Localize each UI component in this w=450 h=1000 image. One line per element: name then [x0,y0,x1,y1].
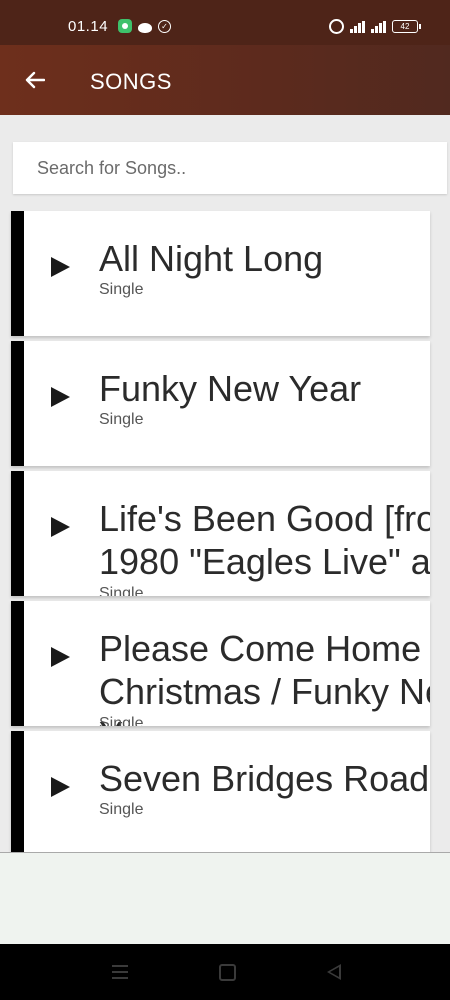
play-icon[interactable] [51,647,70,667]
bottom-panel [0,852,450,945]
notification-icons: ✓ [118,19,171,33]
song-subtitle: Single [99,281,144,298]
song-accent-bar [11,341,24,466]
back-button[interactable] [18,65,52,95]
song-accent-bar [11,471,24,596]
toolbar: SONGS [0,45,450,115]
song-accent-bar [11,211,24,336]
reddit-icon [138,22,152,33]
page-title: SONGS [90,69,172,94]
play-icon[interactable] [51,387,70,407]
home-icon[interactable] [219,964,236,981]
check-circle-icon: ✓ [158,19,171,33]
song-subtitle: Single [99,585,144,596]
song-subtitle: Single [99,715,144,726]
song-title: Funky New Year [99,368,362,409]
battery-icon: 42 [392,20,421,33]
back-icon[interactable] [327,964,341,980]
search-box [13,142,447,194]
signal-icon [350,20,365,33]
status-time: 01.14 [68,18,109,35]
song-subtitle: Single [99,411,144,428]
system-icons: 42 [329,19,421,34]
signal-icon [371,20,386,33]
song-title: Life's Been Good [from 1980 "Eagles Live… [99,498,430,582]
whatsapp-icon [118,19,132,33]
arrow-left-icon [25,71,45,89]
menu-icon[interactable] [112,965,128,979]
alarm-icon [329,19,344,34]
search-input[interactable] [13,142,447,194]
song-item[interactable]: Life's Been Good [from 1980 "Eagles Live… [11,471,430,596]
song-title: Seven Bridges Road [99,758,430,799]
song-title: Please Come Home for Christmas / Funky N… [99,628,430,726]
status-bar: 01.14 ✓ 42 [0,0,450,45]
song-item[interactable]: Funky New Year Single [11,341,430,466]
song-item[interactable]: Seven Bridges Road Single [11,731,430,856]
song-title: All Night Long [99,238,324,279]
song-accent-bar [11,601,24,726]
song-item[interactable]: Please Come Home for Christmas / Funky N… [11,601,430,726]
play-icon[interactable] [51,777,70,797]
play-icon[interactable] [51,257,70,277]
system-nav-bar [0,944,450,1000]
song-subtitle: Single [99,801,144,818]
play-icon[interactable] [51,517,70,537]
song-accent-bar [11,731,24,856]
songs-screen: 01.14 ✓ 42 SONGS Search for Songs.. All … [0,0,450,1000]
song-item[interactable]: All Night Long Single [11,211,430,336]
